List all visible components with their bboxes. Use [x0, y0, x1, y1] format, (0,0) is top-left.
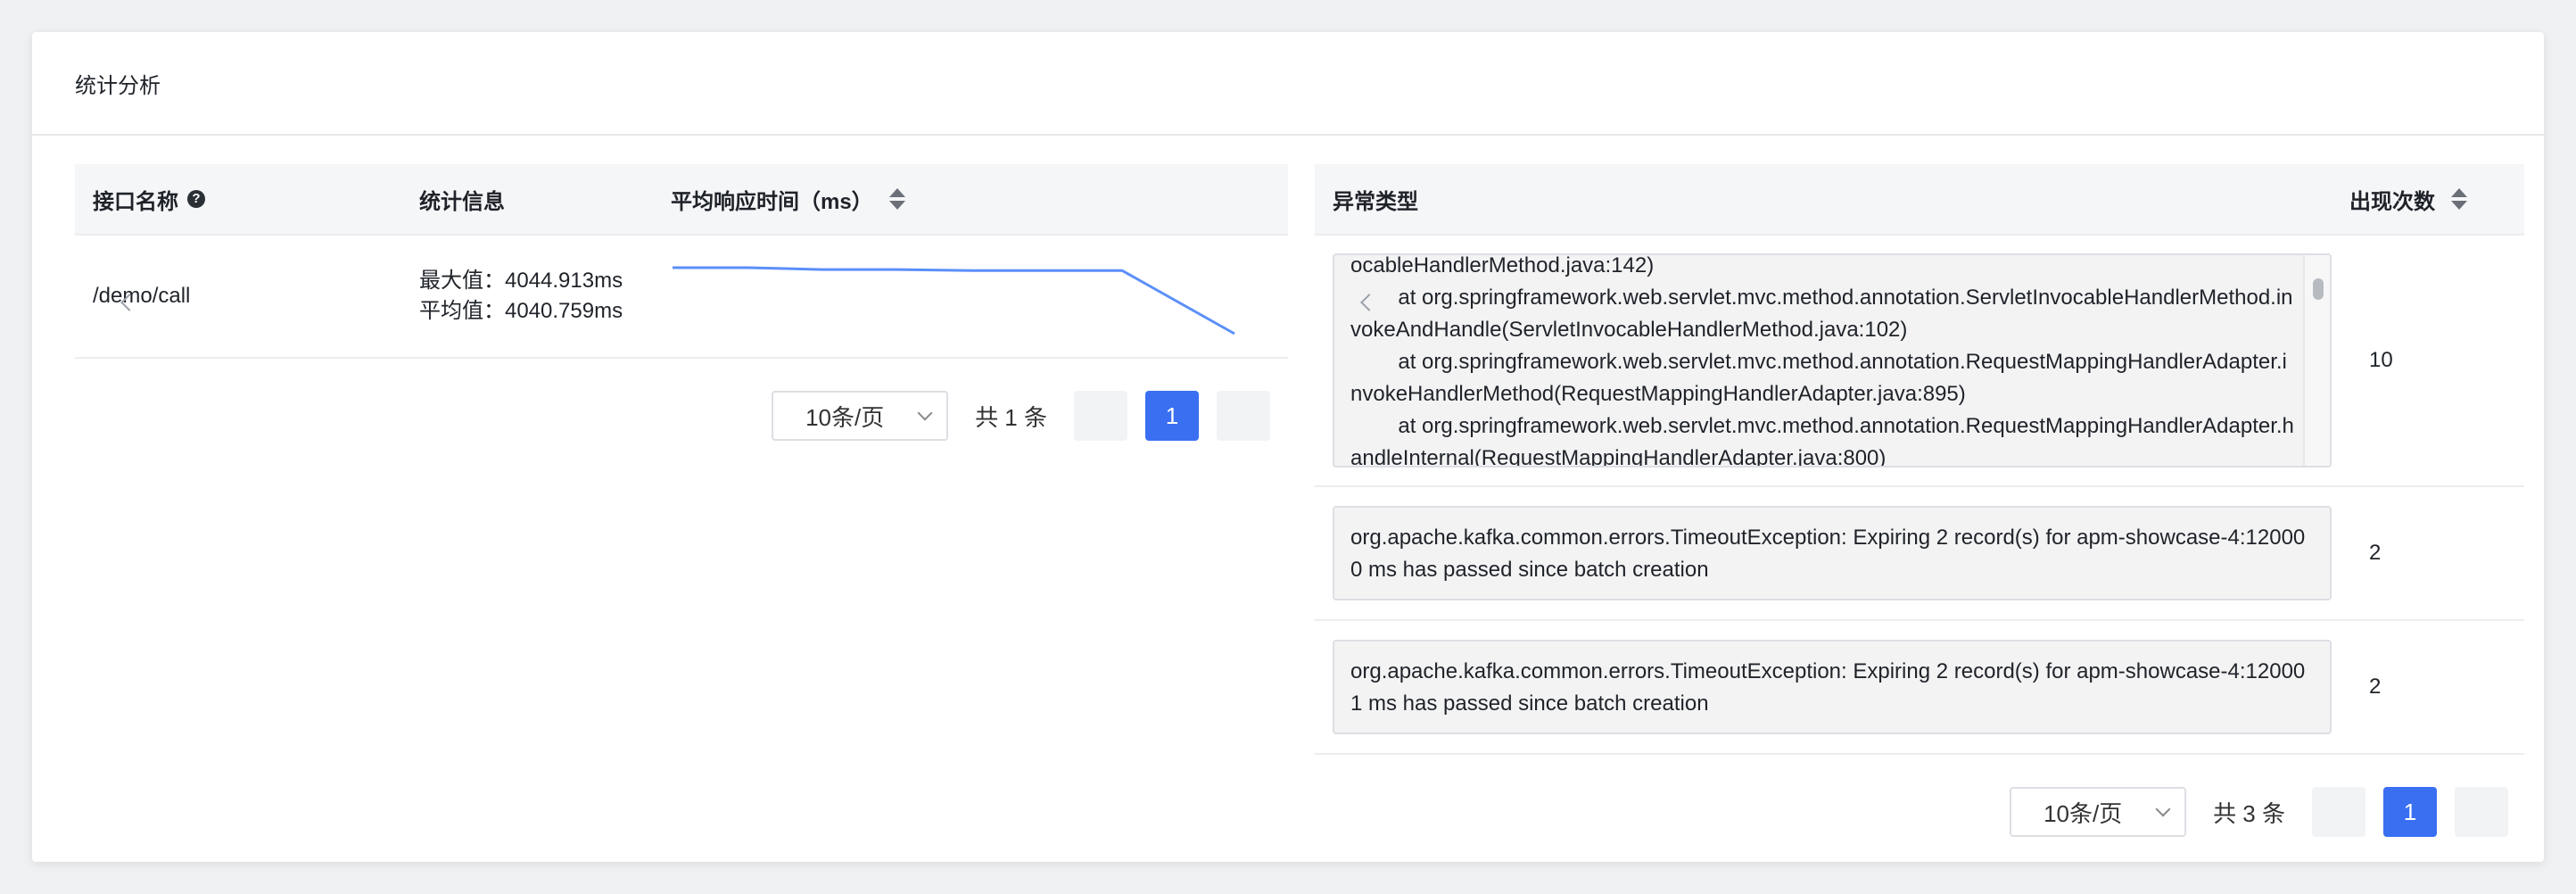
- exception-text-box[interactable]: org.apache.kafka.common.errors.TimeoutEx…: [1333, 640, 2332, 734]
- chevron-down-icon: [917, 405, 933, 421]
- occurrence-count: 2: [2369, 675, 2382, 699]
- total-count: 共 3 条: [2213, 799, 2285, 827]
- scrollbar-thumb[interactable]: [2313, 278, 2324, 300]
- column-avg-response[interactable]: 平均响应时间（ms）: [671, 164, 1288, 234]
- occurrence-count: 2: [2369, 541, 2382, 565]
- table-row: /demo/call 最大值：4044.913ms 平均值：4040.759ms: [75, 236, 1288, 359]
- column-stats-info: 统计信息: [419, 164, 671, 234]
- chevron-down-icon: [2155, 801, 2171, 817]
- table-row: ocableHandlerMethod.java:142) at org.spr…: [1315, 236, 2524, 487]
- table-row: org.apache.kafka.common.errors.TimeoutEx…: [1315, 621, 2524, 755]
- column-avg-response-label: 平均响应时间（ms）: [671, 189, 873, 214]
- column-occurrences-label: 出现次数: [2349, 189, 2435, 214]
- question-circle-icon[interactable]: ?: [187, 190, 205, 208]
- column-exception-type: 异常类型: [1315, 164, 2349, 234]
- next-page-button[interactable]: [2455, 787, 2508, 837]
- column-occurrences[interactable]: 出现次数: [2349, 164, 2524, 234]
- avg-response-sparkline: [673, 266, 1235, 335]
- exception-text: org.apache.kafka.common.errors.TimeoutEx…: [1350, 659, 2306, 716]
- prev-page-button[interactable]: [1360, 294, 2365, 837]
- total-count: 共 1 条: [975, 403, 1047, 431]
- column-api-name-label: 接口名称: [93, 189, 178, 214]
- sort-icon[interactable]: [888, 188, 905, 210]
- card-title: 统计分析: [75, 73, 161, 98]
- exception-text-box[interactable]: ocableHandlerMethod.java:142) at org.spr…: [1333, 253, 2332, 468]
- exception-text: ocableHandlerMethod.java:142) at org.spr…: [1350, 253, 2294, 468]
- page-size-select[interactable]: 10条/页: [772, 391, 949, 441]
- scrollbar[interactable]: [2303, 255, 2330, 466]
- exception-table: 异常类型 出现次数 ocableHandlerMethod.java:142) …: [1315, 164, 2524, 837]
- exception-text: org.apache.kafka.common.errors.TimeoutEx…: [1350, 526, 2306, 582]
- api-stats-table-header: 接口名称 ? 统计信息 平均响应时间（ms）: [75, 164, 1288, 236]
- left-pagination: 10条/页 共 1 条 1: [75, 294, 1373, 441]
- page-size-value: 10条/页: [805, 403, 885, 431]
- sort-icon[interactable]: [2451, 188, 2467, 210]
- page-button[interactable]: 1: [2383, 787, 2437, 837]
- next-page-button[interactable]: [1217, 294, 1373, 441]
- prev-page-button[interactable]: [120, 294, 1127, 441]
- sparkline-series: [673, 266, 1235, 335]
- exception-text-box[interactable]: org.apache.kafka.common.errors.TimeoutEx…: [1333, 506, 2332, 600]
- sparkline-cell: [671, 236, 1288, 357]
- page-button[interactable]: 1: [1145, 391, 1199, 441]
- table-row: org.apache.kafka.common.errors.TimeoutEx…: [1315, 487, 2524, 621]
- column-exception-type-label: 异常类型: [1333, 189, 1418, 214]
- max-value: 最大值：4044.913ms: [419, 269, 623, 293]
- api-stats-table: 接口名称 ? 统计信息 平均响应时间（ms） /demo/call 最大值：40…: [75, 164, 1373, 441]
- avg-value: 平均值：4040.759ms: [419, 299, 623, 323]
- card-header: 统计分析: [32, 32, 2544, 136]
- page-size-select[interactable]: 10条/页: [2010, 787, 2187, 837]
- right-pagination: 10条/页 共 3 条 1: [1315, 294, 2524, 837]
- page-size-value: 10条/页: [2043, 799, 2123, 827]
- stats-info-cell: 最大值：4044.913ms 平均值：4040.759ms: [419, 266, 671, 327]
- column-stats-info-label: 统计信息: [419, 189, 505, 214]
- occurrence-count: 10: [2369, 348, 2393, 372]
- statistics-card: 统计分析 接口名称 ? 统计信息 平均响应时间（ms） /demo/call 最…: [32, 32, 2544, 862]
- column-api-name: 接口名称 ?: [75, 164, 419, 234]
- exception-table-header: 异常类型 出现次数: [1315, 164, 2524, 236]
